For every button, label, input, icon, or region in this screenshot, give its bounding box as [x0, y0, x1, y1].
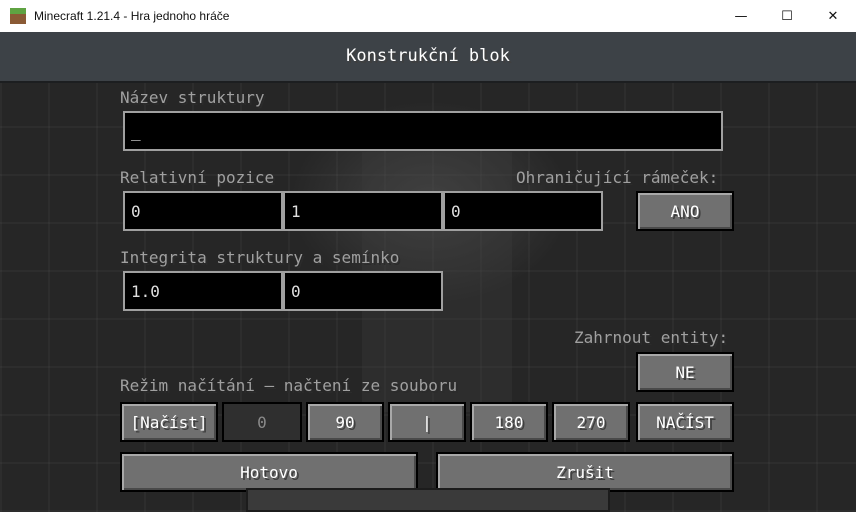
mode-button[interactable]: [Načíst] [120, 402, 218, 442]
screen-title: Konstrukční blok [346, 46, 510, 66]
structure-name-label: Název struktury [120, 88, 265, 107]
screen-header: Konstrukční blok [0, 32, 856, 83]
done-button[interactable]: Hotovo [120, 452, 418, 492]
integrity-seed-label: Integrita struktury a semínko [120, 248, 400, 267]
bounding-box-label: Ohraničující rámeček: [516, 168, 719, 187]
structure-block-screen: Konstrukční blok Název struktury _ Relat… [0, 32, 856, 512]
rotation-180-button[interactable]: 180 [470, 402, 548, 442]
window-titlebar: Minecraft 1.21.4 - Hra jednoho hráče — ☐… [0, 0, 856, 32]
rotation-270-button[interactable]: 270 [552, 402, 630, 442]
close-button[interactable]: ✕ [810, 0, 856, 32]
minecraft-app-icon [10, 8, 26, 24]
hotbar-background [246, 488, 610, 512]
rotation-0-button[interactable]: 0 [222, 402, 302, 442]
relative-position-label: Relativní pozice [120, 168, 275, 187]
mirror-button[interactable]: | [388, 402, 466, 442]
position-x-input[interactable]: 0 [123, 191, 283, 231]
rotation-90-button[interactable]: 90 [306, 402, 384, 442]
include-entities-toggle-button[interactable]: NE [636, 352, 734, 392]
load-button[interactable]: NAČÍST [636, 402, 734, 442]
maximize-button[interactable]: ☐ [764, 0, 810, 32]
window-title: Minecraft 1.21.4 - Hra jednoho hráče [34, 9, 230, 23]
mode-label: Režim načítání — načtení ze souboru [120, 376, 458, 395]
bounding-box-toggle-button[interactable]: ANO [636, 191, 734, 231]
structure-name-input[interactable]: _ [123, 111, 723, 151]
seed-input[interactable]: 0 [283, 271, 443, 311]
cancel-button[interactable]: Zrušit [436, 452, 734, 492]
window-controls: — ☐ ✕ [718, 0, 856, 32]
minimize-button[interactable]: — [718, 0, 764, 32]
include-entities-label: Zahrnout entity: [574, 328, 729, 347]
position-z-input[interactable]: 0 [443, 191, 603, 231]
position-y-input[interactable]: 1 [283, 191, 443, 231]
integrity-input[interactable]: 1.0 [123, 271, 283, 311]
